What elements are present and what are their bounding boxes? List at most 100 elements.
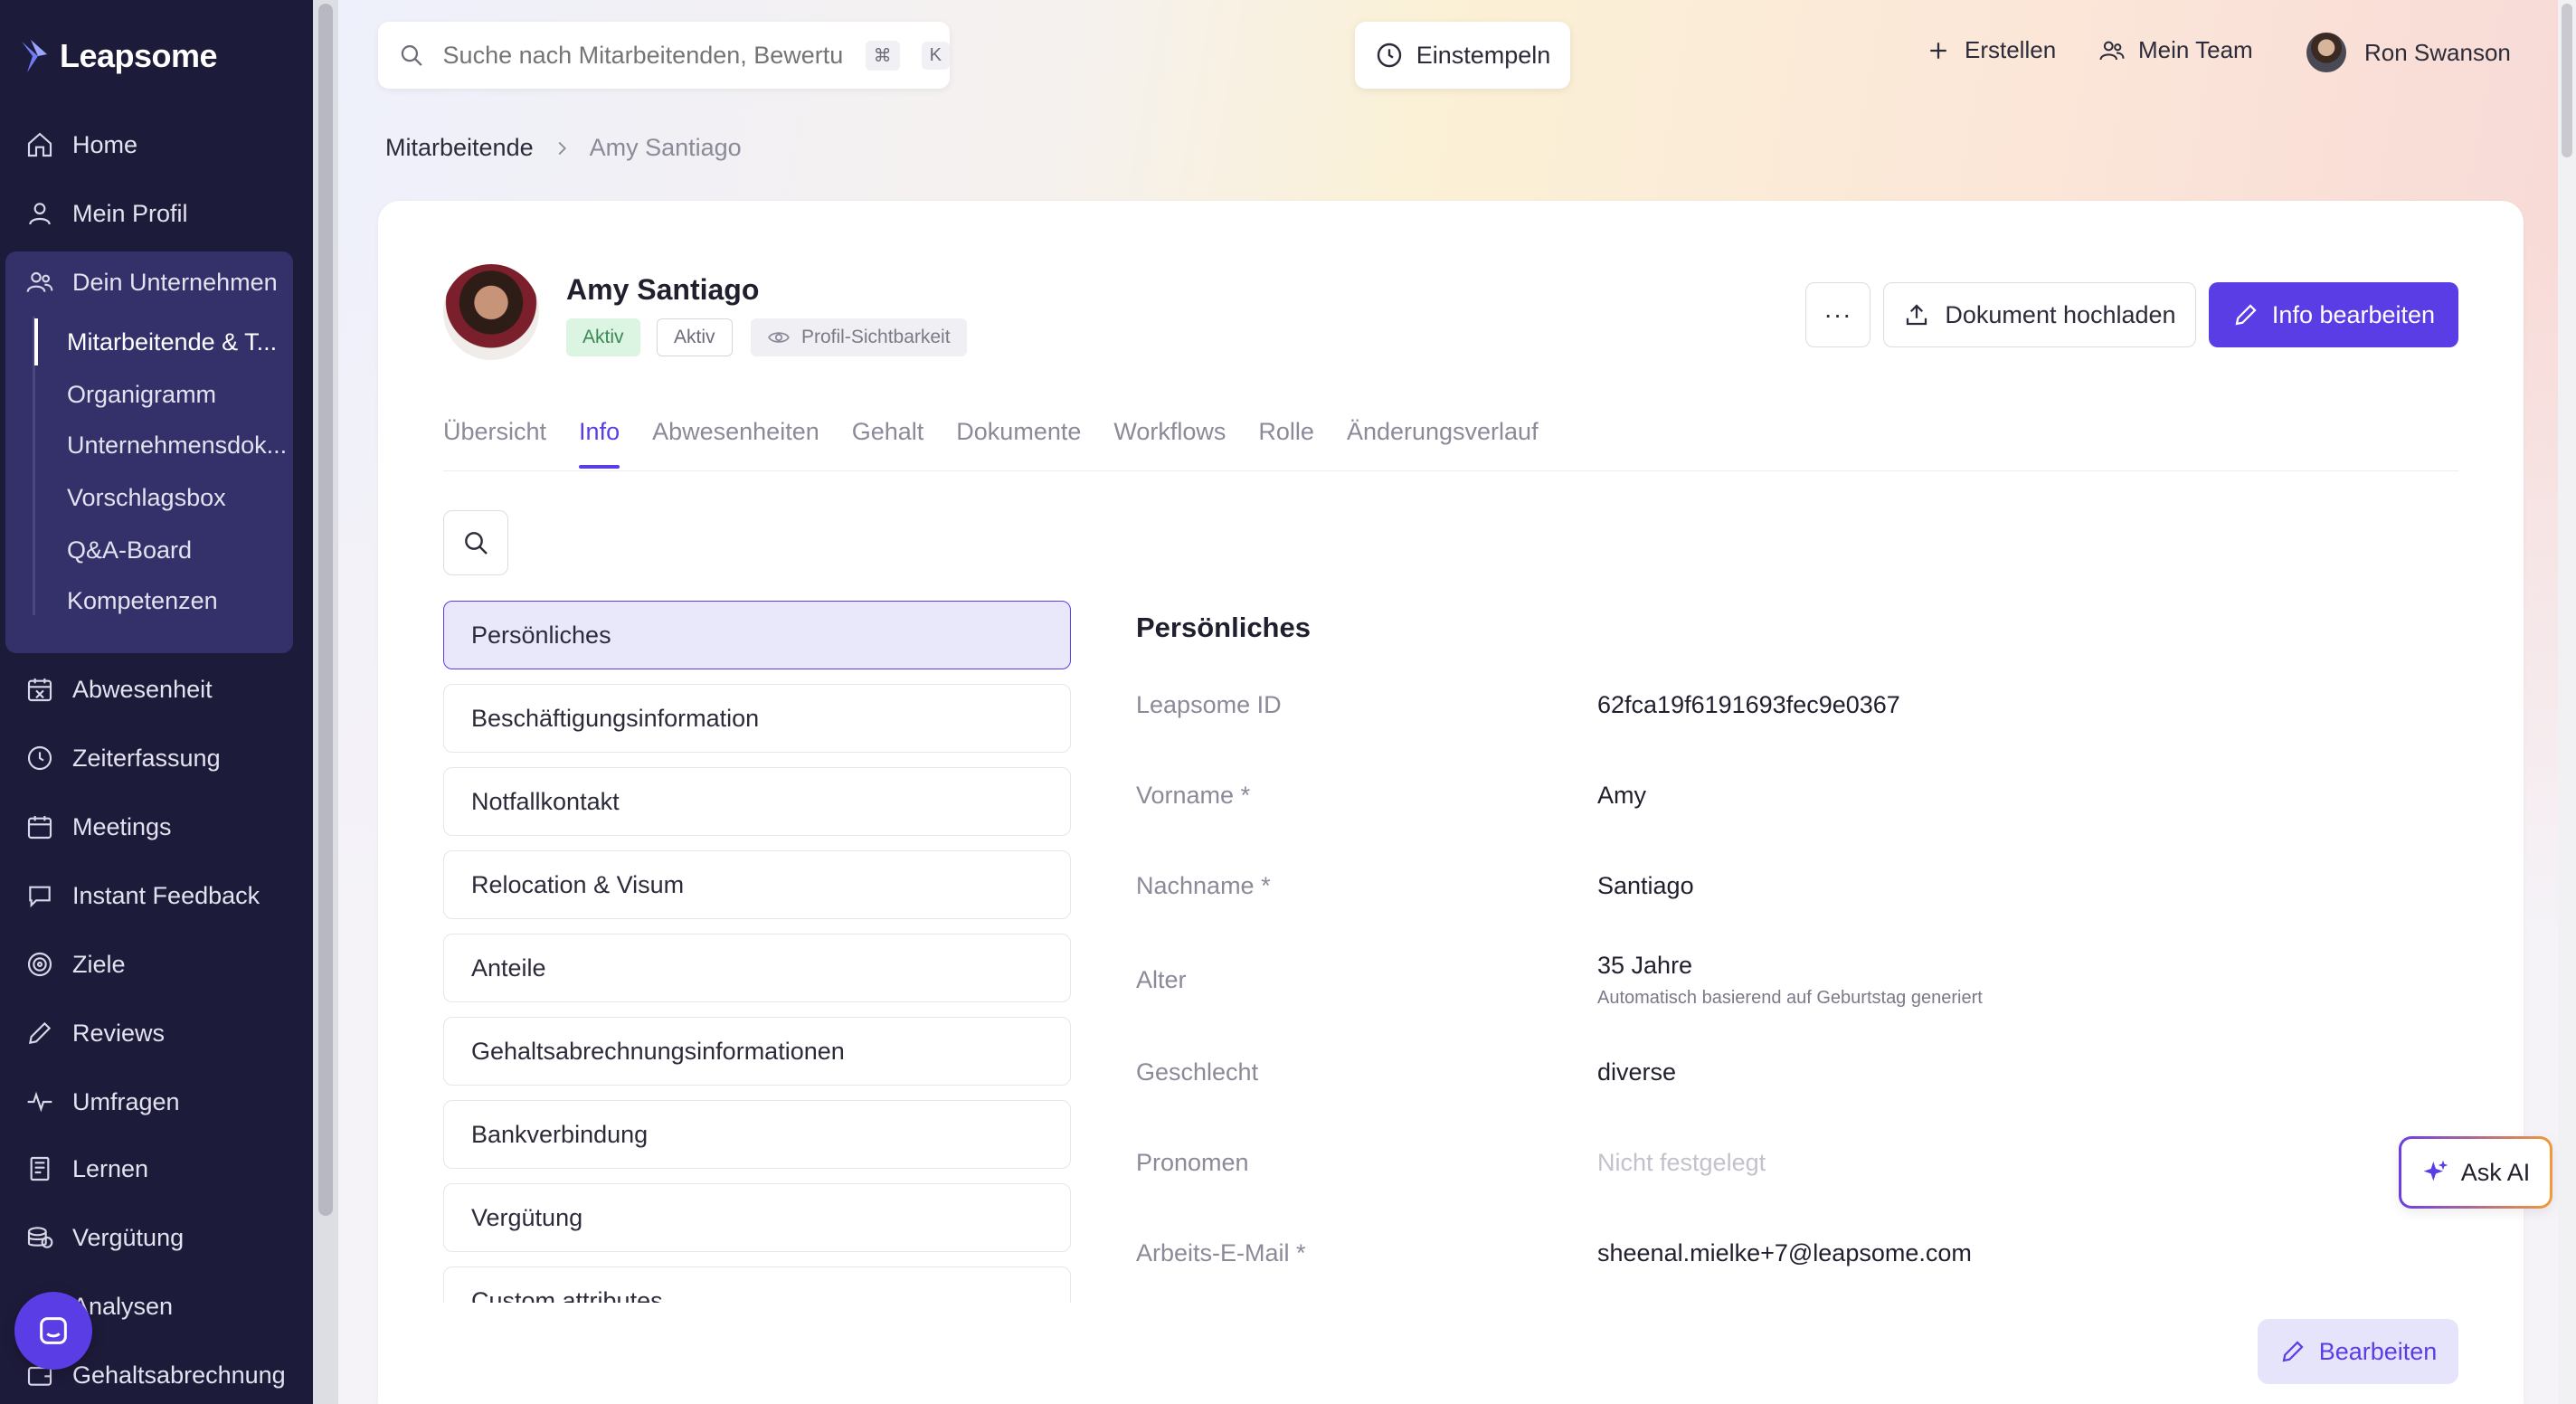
tab-documents[interactable]: Dokumente — [956, 418, 1081, 469]
sidebar-item-meetings[interactable]: Meetings — [0, 800, 313, 854]
edit-info-label: Info bearbeiten — [2271, 300, 2436, 328]
details-title: Persönliches — [1136, 612, 1311, 643]
field-label: Arbeits-E-Mail * — [1136, 1239, 1306, 1266]
section-personal[interactable]: Persönliches — [443, 601, 1071, 669]
sidebar-item-absence[interactable]: Abwesenheit — [0, 662, 313, 716]
user-name: Ron Swanson — [2364, 38, 2511, 66]
user-menu[interactable]: Ron Swanson — [2306, 33, 2511, 72]
clock-in-button[interactable]: Einstempeln — [1355, 22, 1570, 89]
sidebar-item-time-tracking[interactable]: Zeiterfassung — [0, 731, 313, 785]
support-chat-button[interactable] — [14, 1292, 92, 1370]
tab-absences[interactable]: Abwesenheiten — [652, 418, 819, 469]
pulse-icon — [27, 1091, 52, 1113]
field-label: Vorname * — [1136, 782, 1251, 809]
sidebar-item-reviews[interactable]: Reviews — [0, 1006, 313, 1060]
sidebar-item-surveys[interactable]: Umfragen — [0, 1075, 313, 1129]
calendar-icon — [27, 816, 52, 840]
search-icon — [465, 532, 488, 555]
leapsome-logo[interactable]: Leapsome — [18, 36, 218, 76]
tab-info[interactable]: Info — [579, 418, 620, 469]
profile-visibility-label: Profil-Sichtbarkeit — [801, 327, 951, 347]
search-input[interactable] — [442, 41, 844, 70]
sidebar-item-compensation[interactable]: Vergütung — [0, 1210, 313, 1265]
clock-icon — [27, 745, 52, 771]
search-icon — [401, 45, 422, 66]
page-scrollbar-thumb[interactable] — [2562, 4, 2572, 157]
global-search[interactable]: ⌘ K — [378, 22, 950, 89]
sidebar-item-label: Meetings — [72, 812, 172, 840]
section-emergency-contact[interactable]: Notfallkontakt — [443, 767, 1071, 836]
section-list: Persönliches Beschäftigungsinformation N… — [443, 601, 1071, 1303]
section-bank[interactable]: Bankverbindung — [443, 1100, 1071, 1169]
section-employment[interactable]: Beschäftigungsinformation — [443, 684, 1071, 753]
more-button[interactable]: ··· — [1805, 282, 1870, 347]
sidebar-subitem-company-docs[interactable]: Unternehmensdok... — [34, 422, 288, 469]
sidebar-item-learning[interactable]: Lernen — [0, 1142, 313, 1196]
pen-icon — [28, 1021, 52, 1045]
page-scrollbar[interactable] — [2558, 0, 2576, 1404]
section-payroll-info[interactable]: Gehaltsabrechnungsinformationen — [443, 1017, 1071, 1086]
sidebar-item-goals[interactable]: Ziele — [0, 937, 313, 991]
ask-ai-button[interactable]: Ask AI — [2399, 1136, 2552, 1209]
edit-info-button[interactable]: Info bearbeiten — [2209, 282, 2458, 347]
sidebar-item-company[interactable]: Dein Unternehmen — [0, 255, 313, 309]
sidebar-subitem-suggestion-box[interactable]: Vorschlagsbox — [34, 474, 288, 521]
section-relocation[interactable]: Relocation & Visum — [443, 850, 1071, 919]
profile-tabs: Übersicht Info Abwesenheiten Gehalt Doku… — [443, 418, 1571, 472]
shortcut-cmd: ⌘ — [865, 40, 900, 71]
my-team-label: Mein Team — [2138, 36, 2253, 63]
sidebar-item-label: Reviews — [72, 1019, 166, 1047]
field-label: Nachname * — [1136, 872, 1271, 899]
edit-section-label: Bearbeiten — [2318, 1337, 2438, 1365]
section-equity[interactable]: Anteile — [443, 934, 1071, 1002]
create-button[interactable]: Erstellen — [1925, 36, 2056, 64]
sidebar-scrollbar-thumb[interactable] — [318, 4, 333, 1216]
field-search-button[interactable] — [443, 510, 508, 575]
app-name: Leapsome — [60, 37, 218, 74]
sidebar-item-my-profile[interactable]: Mein Profil — [0, 186, 313, 241]
status-badge: Aktiv — [566, 318, 640, 356]
clock-in-label: Einstempeln — [1416, 41, 1551, 69]
tab-overview[interactable]: Übersicht — [443, 418, 546, 469]
breadcrumb: Mitarbeitende Amy Santiago — [385, 134, 742, 162]
sidebar-item-home[interactable]: Home — [0, 118, 313, 172]
book-icon — [30, 1156, 50, 1181]
sidebar-item-label: Mein Profil — [72, 199, 188, 227]
sidebar-subitem-orgchart[interactable]: Organigramm — [34, 371, 288, 418]
upload-document-label: Dokument hochladen — [1945, 300, 2176, 328]
sidebar-subitem-qa-board[interactable]: Q&A-Board — [34, 526, 288, 574]
tab-role[interactable]: Rolle — [1258, 418, 1314, 469]
field-label: Leapsome ID — [1136, 691, 1282, 718]
target-icon — [27, 952, 52, 977]
sidebar-item-label: Umfragen — [72, 1087, 180, 1115]
sidebar-subitem-employees[interactable]: Mitarbeitende & T... — [34, 318, 288, 365]
sparkle-icon — [2423, 1160, 2448, 1181]
my-team-button[interactable]: Mein Team — [2098, 36, 2253, 64]
leapsome-logo-icon — [22, 40, 47, 72]
sidebar-item-label: Lernen — [72, 1154, 149, 1182]
sidebar: Leapsome Home Mein Profil Dein Unternehm… — [0, 0, 313, 1404]
coins-icon — [27, 1227, 53, 1248]
users-icon — [26, 271, 53, 292]
field-value: diverse — [1597, 1058, 1677, 1086]
upload-document-button[interactable]: Dokument hochladen — [1883, 282, 2196, 347]
chat-icon — [29, 886, 51, 908]
tab-salary[interactable]: Gehalt — [852, 418, 924, 469]
tab-workflows[interactable]: Workflows — [1113, 418, 1226, 469]
sidebar-item-label: Zeiterfassung — [72, 744, 221, 772]
profile-visibility-badge[interactable]: Profil-Sichtbarkeit — [751, 318, 967, 356]
sidebar-item-label: Instant Feedback — [72, 881, 260, 909]
eye-icon — [768, 332, 790, 343]
status-badge-outline: Aktiv — [657, 318, 733, 356]
user-icon — [29, 203, 51, 225]
breadcrumb-parent[interactable]: Mitarbeitende — [385, 134, 534, 162]
user-avatar — [2306, 33, 2346, 72]
team-icon — [2099, 41, 2125, 60]
ask-ai-label: Ask AI — [2460, 1158, 2531, 1186]
section-custom-attributes[interactable]: Custom attributes — [443, 1266, 1071, 1303]
sidebar-subitem-competencies[interactable]: Kompetenzen — [34, 577, 288, 624]
edit-section-button[interactable]: Bearbeiten — [2258, 1319, 2458, 1384]
tab-change-history[interactable]: Änderungsverlauf — [1347, 418, 1539, 469]
sidebar-item-instant-feedback[interactable]: Instant Feedback — [0, 868, 313, 923]
section-compensation[interactable]: Vergütung — [443, 1183, 1071, 1252]
